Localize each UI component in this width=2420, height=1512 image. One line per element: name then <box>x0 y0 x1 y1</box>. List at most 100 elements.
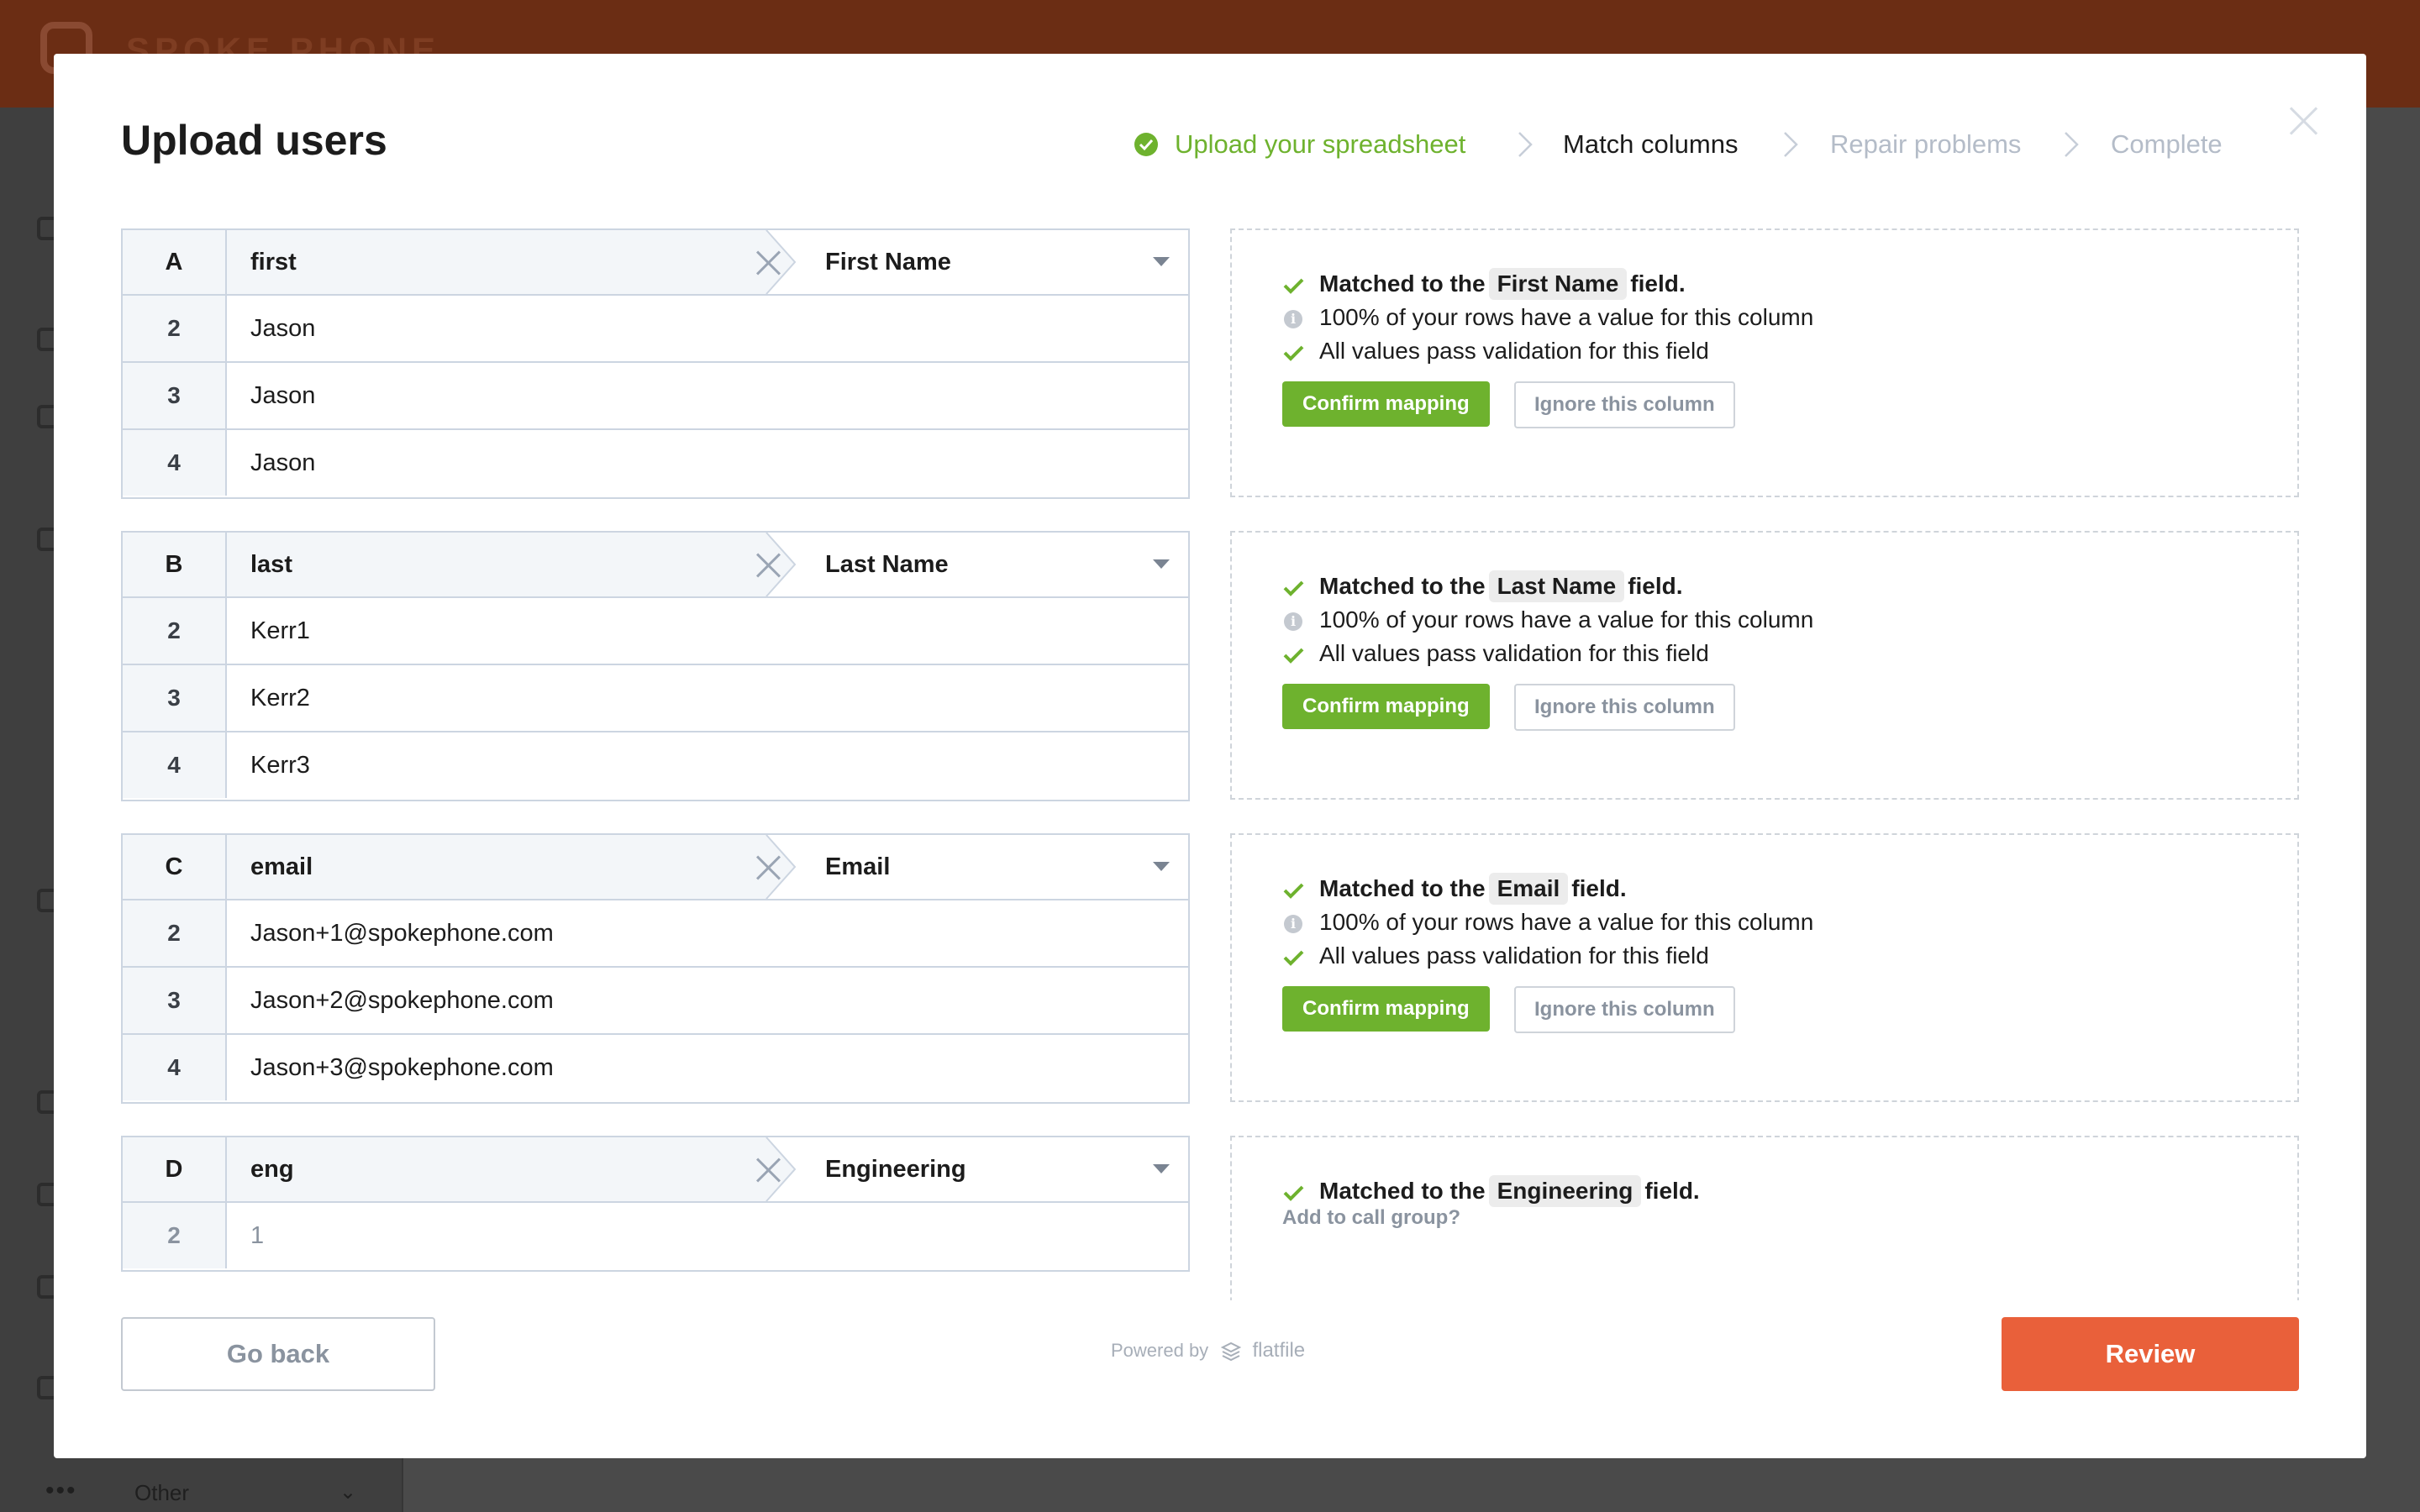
unmatch-icon[interactable] <box>755 853 783 882</box>
column-header-name: eng <box>250 1156 294 1183</box>
unmatch-icon[interactable] <box>755 249 783 277</box>
confirm-mapping-button[interactable]: Confirm mapping <box>1282 684 1490 729</box>
row-value: Jason <box>250 315 316 342</box>
field-chip: Engineering <box>1488 1175 1642 1207</box>
column-match-row: B last Last Name 2 Kerr1 3 Kerr2 4 Kerr3… <box>121 531 2353 801</box>
check-circle-icon <box>1134 133 1158 156</box>
ignore-column-button[interactable]: Ignore this column <box>1514 986 1735 1033</box>
confirm-mapping-button[interactable]: Confirm mapping <box>1282 381 1490 427</box>
review-button[interactable]: Review <box>2002 1317 2299 1391</box>
step-repair-problems: Repair problems <box>1830 129 2022 159</box>
info-icon: i <box>1284 309 1302 328</box>
ignore-column-button[interactable]: Ignore this column <box>1514 381 1735 428</box>
call-group-prompt: Add to call group? <box>1282 1206 1460 1229</box>
column-match-row: D eng Engineering 2 1 Matched to the Engi… <box>121 1136 2353 1300</box>
upload-users-modal: Upload users Upload your spreadsheet Mat… <box>54 54 2366 1458</box>
field-select-value: Last Name <box>825 551 949 578</box>
row-number: 3 <box>123 665 227 731</box>
caret-down-icon <box>1153 257 1170 266</box>
source-column-table: B last Last Name 2 Kerr1 3 Kerr2 4 Kerr3 <box>121 531 1190 801</box>
table-row: 2 Kerr1 <box>123 598 1188 665</box>
column-match-row: C email Email 2 Jason+1@spokephone.com 3… <box>121 833 2353 1104</box>
unmatch-icon[interactable] <box>755 1156 783 1184</box>
row-number: 2 <box>123 598 227 664</box>
matched-line: Matched to the First Name field. <box>1282 267 1686 301</box>
column-letter: D <box>123 1137 227 1201</box>
match-info-panel: Matched to the Email field. i 100% of your … <box>1230 833 2299 1102</box>
chevron-right-icon <box>2065 132 2079 157</box>
chevron-down-icon: ⌄ <box>339 1481 357 1504</box>
check-icon <box>1283 1185 1304 1201</box>
field-select[interactable]: Engineering <box>802 1137 1188 1201</box>
source-column-table: A first First Name 2 Jason 3 Jason 4 Jas… <box>121 228 1190 499</box>
go-back-button[interactable]: Go back <box>121 1317 435 1391</box>
row-value: 1 <box>250 1222 265 1249</box>
check-icon <box>1283 278 1304 294</box>
row-value: Jason+2@spokephone.com <box>250 987 554 1014</box>
flatfile-logo-icon <box>1221 1342 1242 1362</box>
validation-line: All values pass validation for this fiel… <box>1282 637 1709 670</box>
source-column-table: D eng Engineering 2 1 <box>121 1136 1190 1272</box>
table-row: 2 1 <box>123 1203 1188 1270</box>
close-icon[interactable] <box>2286 102 2323 139</box>
chevron-right-icon <box>1784 132 1798 157</box>
rows-stat-line: i 100% of your rows have a value for this… <box>1282 603 1813 637</box>
row-number: 3 <box>123 968 227 1033</box>
matched-line: Matched to the Email field. <box>1282 872 1627 906</box>
field-select[interactable]: Email <box>802 835 1188 899</box>
column-letter: B <box>123 533 227 596</box>
table-row: 2 Jason+1@spokephone.com <box>123 900 1188 968</box>
source-column-header: D eng Engineering <box>123 1137 1188 1203</box>
column-letter: A <box>123 230 227 294</box>
row-value: Jason+1@spokephone.com <box>250 920 554 947</box>
table-row: 3 Kerr2 <box>123 665 1188 732</box>
table-row: 3 Jason+2@spokephone.com <box>123 968 1188 1035</box>
row-number: 4 <box>123 430 227 496</box>
row-value: Kerr1 <box>250 617 310 644</box>
row-value: Jason <box>250 382 316 409</box>
row-value: Jason+3@spokephone.com <box>250 1054 554 1081</box>
field-chip: Last Name <box>1488 570 1625 602</box>
caret-down-icon <box>1153 862 1170 871</box>
field-select[interactable]: Last Name <box>802 533 1188 596</box>
row-value: Kerr2 <box>250 685 310 711</box>
more-icon: ••• <box>45 1477 77 1504</box>
column-matching-list[interactable]: A first First Name 2 Jason 3 Jason 4 Jas… <box>121 228 2353 1300</box>
info-icon: i <box>1284 914 1302 933</box>
check-icon <box>1283 883 1304 899</box>
field-chip: Email <box>1488 873 1569 905</box>
row-number: 4 <box>123 732 227 798</box>
table-row: 3 Jason <box>123 363 1188 430</box>
validation-line: All values pass validation for this fiel… <box>1282 939 1709 973</box>
check-icon <box>1283 580 1304 596</box>
unmatch-icon[interactable] <box>755 551 783 580</box>
column-header-name: email <box>250 853 313 880</box>
confirm-mapping-button[interactable]: Confirm mapping <box>1282 986 1490 1032</box>
check-icon <box>1283 950 1304 966</box>
row-number: 3 <box>123 363 227 428</box>
row-number: 4 <box>123 1035 227 1100</box>
source-column-header: B last Last Name <box>123 533 1188 598</box>
row-number: 2 <box>123 1203 227 1268</box>
field-chip: First Name <box>1488 268 1628 300</box>
ignore-column-button[interactable]: Ignore this column <box>1514 684 1735 731</box>
table-row: 4 Jason <box>123 430 1188 497</box>
row-number: 2 <box>123 900 227 966</box>
validation-line: All values pass validation for this fiel… <box>1282 334 1709 368</box>
caret-down-icon <box>1153 1164 1170 1173</box>
column-header-name: first <box>250 249 297 276</box>
powered-by-flatfile[interactable]: Powered by flatfile <box>1111 1339 1305 1362</box>
rows-stat-line: i 100% of your rows have a value for this… <box>1282 906 1813 939</box>
field-select[interactable]: First Name <box>802 230 1188 294</box>
modal-title: Upload users <box>121 117 387 164</box>
table-row: 2 Jason <box>123 296 1188 363</box>
field-select-value: Engineering <box>825 1156 966 1183</box>
source-column-header: C email Email <box>123 835 1188 900</box>
match-info-panel: Matched to the Engineering field. Add to c… <box>1230 1136 2299 1300</box>
table-row: 4 Jason+3@spokephone.com <box>123 1035 1188 1102</box>
row-value: Jason <box>250 449 316 476</box>
column-header-name: last <box>250 551 292 578</box>
row-value: Kerr3 <box>250 752 310 779</box>
powered-by-label: Powered by <box>1111 1340 1209 1361</box>
matched-line: Matched to the Engineering field. <box>1282 1174 1700 1208</box>
